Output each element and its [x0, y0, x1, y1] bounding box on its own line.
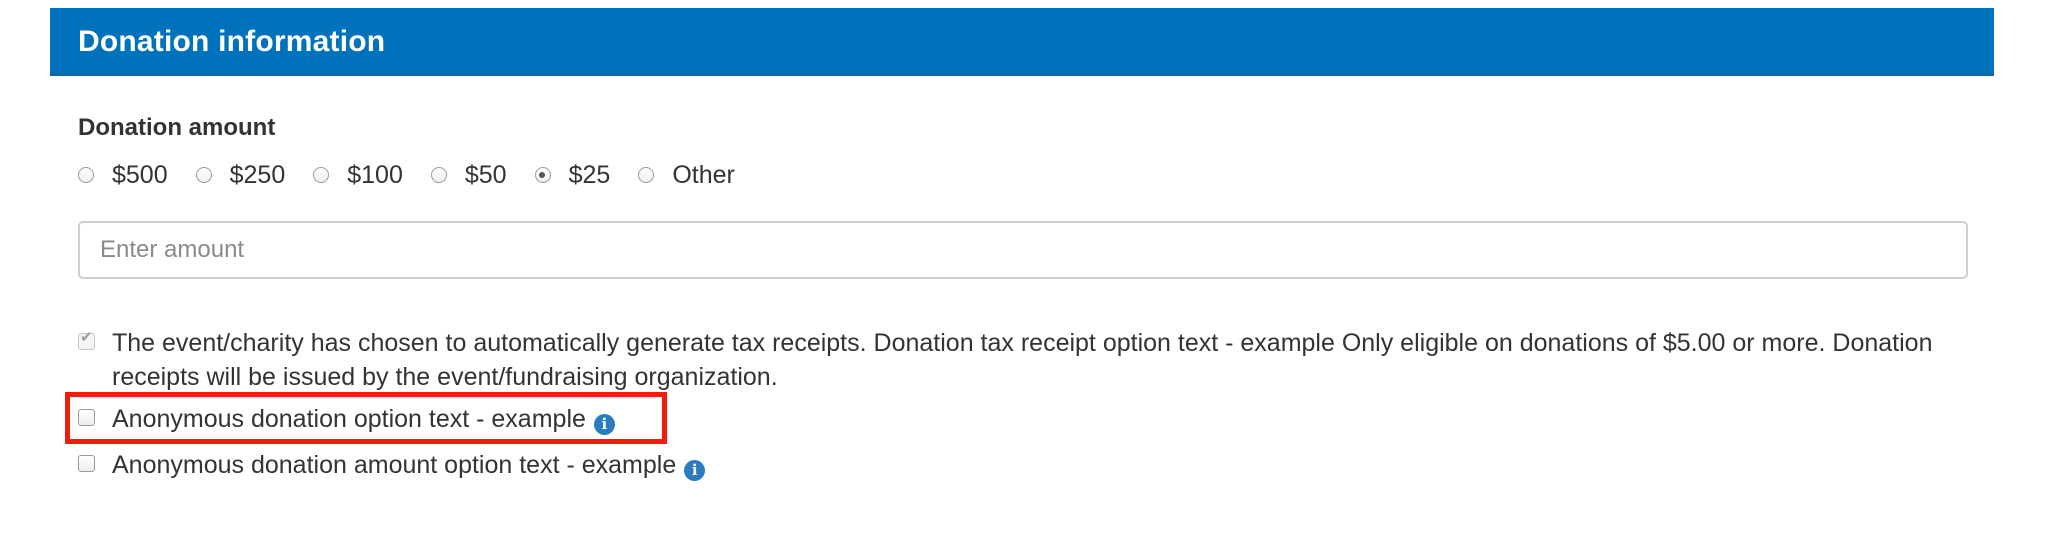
- anonymous-amount-option[interactable]: Anonymous donation amount option text - …: [78, 448, 706, 482]
- enter-amount-input[interactable]: [78, 221, 1968, 279]
- tax-receipt-checkbox: ✔: [78, 329, 95, 350]
- section-header: Donation information: [50, 8, 1994, 76]
- radio-label: $50: [464, 160, 507, 189]
- radio-label: $25: [568, 160, 611, 189]
- donation-amount-radio-group: $500 $250 $100 $50 $25 Other: [78, 158, 763, 192]
- radio-option-500[interactable]: $500: [78, 161, 168, 190]
- tax-receipt-option: ✔ The event/charity has chosen to automa…: [78, 326, 1978, 394]
- radio-label: $100: [347, 160, 403, 189]
- anonymous-amount-label: Anonymous donation amount option text - …: [112, 448, 706, 482]
- radio-option-100[interactable]: $100: [313, 161, 403, 190]
- radio-label: $500: [112, 160, 168, 189]
- radio-button[interactable]: [430, 167, 447, 183]
- radio-button-selected[interactable]: [534, 167, 551, 183]
- anonymous-amount-text: Anonymous donation amount option text - …: [112, 451, 677, 479]
- radio-button[interactable]: [313, 167, 330, 183]
- anonymous-donation-text: Anonymous donation option text - example: [112, 405, 586, 433]
- radio-label: Other: [672, 160, 735, 189]
- radio-button[interactable]: [195, 167, 212, 183]
- anonymous-amount-checkbox[interactable]: [78, 455, 95, 472]
- checkmark-icon: ✔: [80, 329, 93, 346]
- section-title: Donation information: [78, 25, 386, 58]
- donation-amount-label: Donation amount: [78, 114, 276, 141]
- radio-option-50[interactable]: $50: [430, 160, 507, 190]
- radio-button[interactable]: [78, 167, 94, 183]
- anonymous-donation-label: Anonymous donation option text - example…: [112, 402, 615, 436]
- info-icon[interactable]: i: [684, 460, 706, 481]
- radio-option-other[interactable]: Other: [638, 161, 735, 190]
- tax-receipt-text: The event/charity has chosen to automati…: [112, 329, 1933, 391]
- anonymous-donation-option[interactable]: Anonymous donation option text - example…: [78, 402, 615, 436]
- anonymous-donation-checkbox[interactable]: [78, 409, 95, 426]
- donation-form-page: Donation information Donation amount $50…: [0, 0, 2058, 536]
- info-icon[interactable]: i: [593, 414, 615, 435]
- radio-option-25[interactable]: $25: [534, 160, 611, 190]
- radio-button[interactable]: [638, 167, 655, 183]
- radio-label: $250: [229, 160, 286, 189]
- radio-option-250[interactable]: $250: [195, 160, 286, 190]
